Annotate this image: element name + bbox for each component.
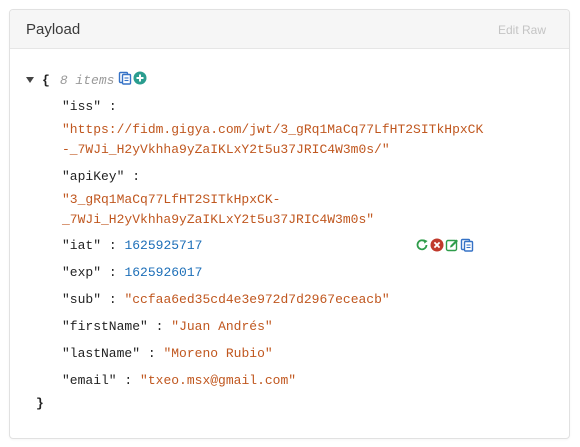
json-entry-firstname[interactable]: "firstName" : "Juan Andrés" — [62, 317, 273, 337]
json-colon: : — [124, 373, 133, 388]
json-key: "sub" — [62, 292, 102, 307]
json-key: "apiKey" — [62, 169, 125, 184]
json-key: "iat" — [62, 238, 102, 253]
panel-header: Payload Edit Raw — [10, 10, 569, 49]
json-value-iss-line-2[interactable]: -_7WJi_H2yVkhha9yZaIKLxY2t5u37JRIC4W3m0s… — [62, 140, 390, 160]
json-colon: : — [132, 169, 141, 184]
json-colon: : — [108, 265, 117, 280]
json-entry-iss[interactable]: "iss" : — [62, 97, 117, 117]
json-colon: : — [147, 346, 156, 361]
json-value-exp[interactable]: 1625926017 — [124, 265, 202, 280]
json-value-apikey-line-2[interactable]: _7WJi_H2yVkhha9yZaIKLxY2t5u37JRIC4W3m0s" — [62, 210, 374, 230]
json-key: "exp" — [62, 265, 102, 280]
edit-icon[interactable] — [445, 238, 459, 256]
json-entry-apikey[interactable]: "apiKey" : — [62, 167, 140, 187]
json-value-lastname[interactable]: "Moreno Rubio" — [163, 346, 272, 361]
delete-icon[interactable] — [430, 238, 444, 256]
json-colon: : — [108, 292, 117, 307]
panel-title: Payload — [26, 21, 81, 38]
json-colon: : — [108, 99, 117, 114]
json-colon: : — [155, 319, 164, 334]
json-value-sub[interactable]: "ccfaa6ed35cd4e3e972d7d2967eceacb" — [124, 292, 389, 307]
collapse-caret-icon[interactable] — [26, 77, 34, 83]
json-key: "firstName" — [62, 319, 148, 334]
edit-raw-button[interactable]: Edit Raw — [498, 23, 546, 37]
json-key: "iss" — [62, 99, 102, 114]
close-brace: } — [36, 396, 44, 411]
row-action-icons — [415, 238, 474, 256]
json-value-iat[interactable]: 1625925717 — [124, 238, 202, 253]
json-value-firstname[interactable]: "Juan Andrés" — [171, 319, 272, 334]
json-value-email[interactable]: "txeo.msx@gmail.com" — [140, 373, 296, 388]
add-icon[interactable] — [133, 71, 147, 89]
copy-icon[interactable] — [118, 71, 132, 89]
copy-icon[interactable] — [460, 238, 474, 256]
json-entry-exp[interactable]: "exp" : 1625926017 — [62, 263, 202, 283]
item-count: 8 items — [59, 72, 115, 88]
root-object-line: { 8 items — [26, 70, 147, 90]
json-key: "email" — [62, 373, 117, 388]
open-brace: { — [42, 72, 50, 88]
json-key: "lastName" — [62, 346, 141, 361]
json-entry-sub[interactable]: "sub" : "ccfaa6ed35cd4e3e972d7d2967eceac… — [62, 290, 390, 310]
type-toggle-icon[interactable] — [415, 238, 429, 256]
json-colon: : — [108, 238, 117, 253]
json-value-apikey-line-1[interactable]: "3_gRq1MaCq77LfHT2SITkHpxCK- — [62, 190, 280, 210]
json-entry-email[interactable]: "email" : "txeo.msx@gmail.com" — [62, 371, 296, 391]
json-entry-iat[interactable]: "iat" : 1625925717 — [62, 236, 202, 256]
json-entry-lastname[interactable]: "lastName" : "Moreno Rubio" — [62, 344, 273, 364]
json-value-iss-line-1[interactable]: "https://fidm.gigya.com/jwt/3_gRq1MaCq77… — [62, 120, 483, 140]
